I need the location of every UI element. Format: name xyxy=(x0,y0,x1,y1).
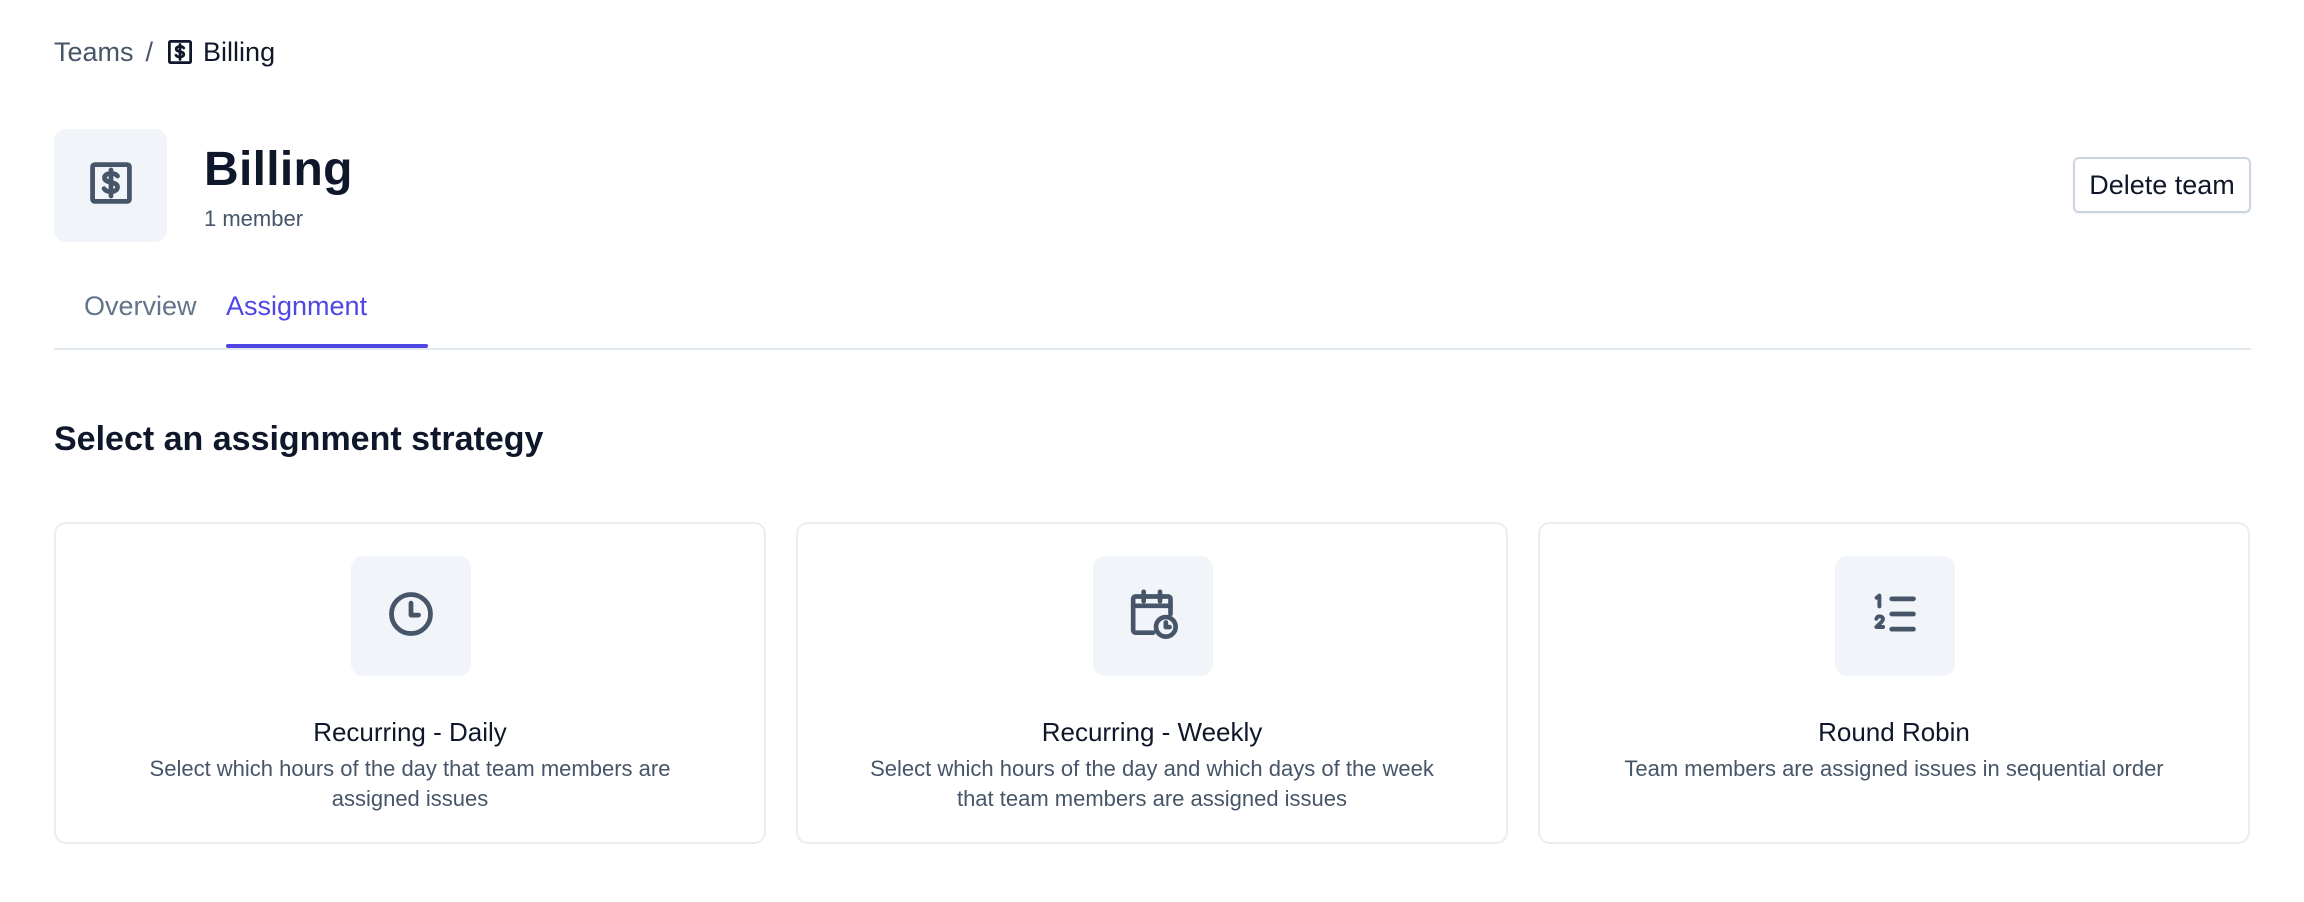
card-icon-container xyxy=(1835,556,1955,676)
section-heading: Select an assignment strategy xyxy=(54,420,544,458)
breadcrumb-current: Billing xyxy=(203,36,276,67)
team-avatar xyxy=(54,129,167,242)
tab-bar: Overview Assignment xyxy=(54,262,2251,350)
clock-icon xyxy=(385,588,437,645)
numbered-list-icon xyxy=(1869,588,1921,645)
strategy-card-recurring-daily[interactable]: Recurring - Daily Select which hours of … xyxy=(54,522,766,844)
page-title: Billing xyxy=(204,143,353,196)
active-tab-indicator xyxy=(226,344,428,348)
card-description: Select which hours of the day that team … xyxy=(149,756,671,811)
delete-team-button[interactable]: Delete team xyxy=(2073,157,2251,213)
tab-assignment[interactable]: Assignment xyxy=(226,262,367,350)
member-count: 1 member xyxy=(204,206,304,231)
breadcrumb-separator: / xyxy=(145,36,154,67)
card-title: Recurring - Weekly xyxy=(1041,717,1263,747)
card-title: Recurring - Daily xyxy=(313,717,507,747)
breadcrumb-teams-link[interactable]: Teams xyxy=(54,37,134,68)
card-description: Select which hours of the day and which … xyxy=(870,756,1434,811)
card-title: Round Robin xyxy=(1818,717,1970,747)
dollar-sign-square-icon xyxy=(85,157,137,214)
calendar-clock-icon xyxy=(1125,586,1181,647)
tab-overview[interactable]: Overview xyxy=(84,262,197,350)
dollar-sign-square-icon xyxy=(165,37,195,67)
card-description: Team members are assigned issues in sequ… xyxy=(1624,756,2164,781)
card-icon-container xyxy=(1093,556,1213,676)
strategy-card-round-robin[interactable]: Round Robin Team members are assigned is… xyxy=(1538,522,2250,844)
card-icon-container xyxy=(351,556,471,676)
breadcrumb: Teams / Billing xyxy=(54,32,275,72)
strategy-card-recurring-weekly[interactable]: Recurring - Weekly Select which hours of… xyxy=(796,522,1508,844)
